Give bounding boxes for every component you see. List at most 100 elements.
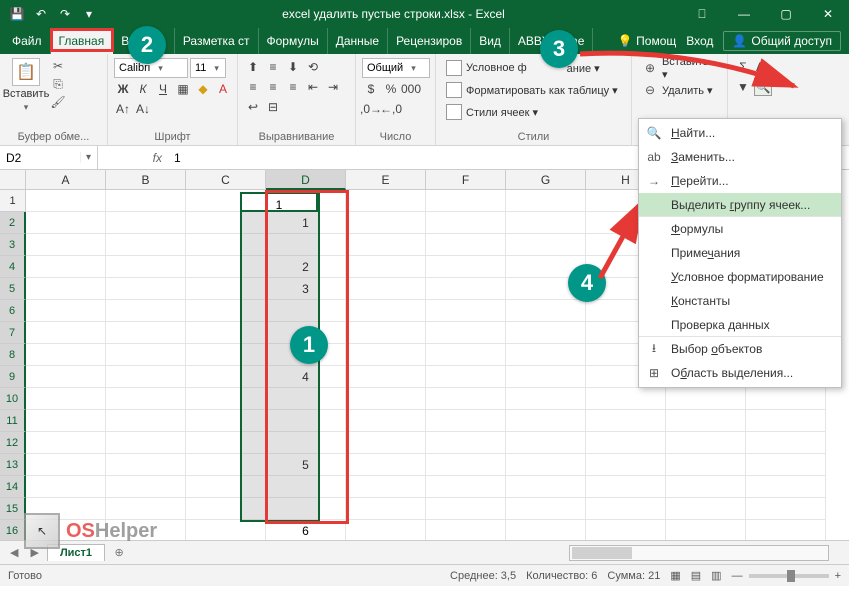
fill-color-icon[interactable]: ◆ <box>194 80 212 98</box>
align-right-icon[interactable]: ≡ <box>284 78 302 96</box>
sheet-nav-prev-icon[interactable]: ◀ <box>6 546 22 559</box>
cell-F14[interactable] <box>426 476 506 498</box>
cell-E9[interactable] <box>346 366 426 388</box>
cell-G12[interactable] <box>506 432 586 454</box>
col-header-A[interactable]: A <box>26 170 106 190</box>
cell-F7[interactable] <box>426 322 506 344</box>
maximize-icon[interactable]: ▢ <box>765 0 807 28</box>
cell-G16[interactable] <box>506 520 586 540</box>
cell-B2[interactable] <box>106 212 186 234</box>
cell-C10[interactable] <box>186 388 266 410</box>
cell-D13[interactable]: 5 <box>266 454 346 476</box>
cell-C1[interactable] <box>186 190 266 212</box>
cell-F2[interactable] <box>426 212 506 234</box>
cell-F4[interactable] <box>426 256 506 278</box>
row-header-15[interactable]: 15 <box>0 498 26 520</box>
tab-formulas[interactable]: Формулы <box>259 28 328 54</box>
cell-F1[interactable] <box>426 190 506 212</box>
menu-item-1[interactable]: abЗаменить... <box>639 145 841 169</box>
cell-C5[interactable] <box>186 278 266 300</box>
cell-B13[interactable] <box>106 454 186 476</box>
number-format-combo[interactable]: Общий▾ <box>362 58 430 78</box>
cell-I10[interactable] <box>666 388 746 410</box>
name-box-dropdown-icon[interactable]: ▾ <box>80 152 96 163</box>
row-header-16[interactable]: 16 <box>0 520 26 540</box>
cell-J14[interactable] <box>746 476 826 498</box>
cell-I15[interactable] <box>666 498 746 520</box>
cell-H14[interactable] <box>586 476 666 498</box>
col-header-E[interactable]: E <box>346 170 426 190</box>
percent-icon[interactable]: % <box>382 80 400 98</box>
view-layout-icon[interactable]: ▤ <box>691 569 701 582</box>
close-icon[interactable]: ✕ <box>807 0 849 28</box>
cell-C14[interactable] <box>186 476 266 498</box>
cell-B4[interactable] <box>106 256 186 278</box>
cell-E15[interactable] <box>346 498 426 520</box>
cell-G2[interactable] <box>506 212 586 234</box>
align-left-icon[interactable]: ≡ <box>244 78 262 96</box>
cell-styles-button[interactable]: Стили ячеек ▾ <box>442 102 542 122</box>
dec-decimal-icon[interactable]: ←,0 <box>382 100 400 118</box>
cell-F8[interactable] <box>426 344 506 366</box>
font-size-combo[interactable]: 11▾ <box>190 58 226 78</box>
cell-H11[interactable] <box>586 410 666 432</box>
row-header-10[interactable]: 10 <box>0 388 26 410</box>
row-header-6[interactable]: 6 <box>0 300 26 322</box>
autosum-icon[interactable]: Σ <box>734 58 752 76</box>
cell-A11[interactable] <box>26 410 106 432</box>
cell-F15[interactable] <box>426 498 506 520</box>
cell-E6[interactable] <box>346 300 426 322</box>
cell-D14[interactable] <box>266 476 346 498</box>
cell-D3[interactable] <box>266 234 346 256</box>
cell-B7[interactable] <box>106 322 186 344</box>
undo-icon[interactable]: ↶ <box>30 3 52 25</box>
cell-C12[interactable] <box>186 432 266 454</box>
cell-B6[interactable] <box>106 300 186 322</box>
cell-D16[interactable]: 6 <box>266 520 346 540</box>
col-header-F[interactable]: F <box>426 170 506 190</box>
share-button[interactable]: 👤 Общий доступ <box>723 31 841 51</box>
cell-I13[interactable] <box>666 454 746 476</box>
cell-G10[interactable] <box>506 388 586 410</box>
cell-C3[interactable] <box>186 234 266 256</box>
cell-A1[interactable] <box>26 190 106 212</box>
align-top-icon[interactable]: ⬆ <box>244 58 262 76</box>
cell-C13[interactable] <box>186 454 266 476</box>
row-header-4[interactable]: 4 <box>0 256 26 278</box>
cell-G13[interactable] <box>506 454 586 476</box>
cell-A8[interactable] <box>26 344 106 366</box>
cell-F10[interactable] <box>426 388 506 410</box>
align-bottom-icon[interactable]: ⬇ <box>284 58 302 76</box>
fill-icon[interactable]: ▼ <box>734 78 752 96</box>
align-middle-icon[interactable]: ≡ <box>264 58 282 76</box>
cell-H10[interactable] <box>586 388 666 410</box>
insert-cells-button[interactable]: ⊕Вставить ▾ <box>638 58 721 78</box>
cell-G15[interactable] <box>506 498 586 520</box>
cell-F9[interactable] <box>426 366 506 388</box>
cell-E16[interactable] <box>346 520 426 540</box>
cell-E3[interactable] <box>346 234 426 256</box>
cell-D4[interactable]: 2 <box>266 256 346 278</box>
menu-item-10[interactable]: ⊞Область выделения... <box>639 361 841 385</box>
cell-B1[interactable] <box>106 190 186 212</box>
find-select-button[interactable]: 🔍 <box>754 78 772 96</box>
horizontal-scrollbar[interactable] <box>569 545 829 561</box>
cell-H13[interactable] <box>586 454 666 476</box>
bold-icon[interactable]: Ж <box>114 80 132 98</box>
cell-B14[interactable] <box>106 476 186 498</box>
cell-D11[interactable] <box>266 410 346 432</box>
conditional-format-button[interactable]: Условное фание ▾ <box>442 58 604 78</box>
menu-item-0[interactable]: 🔍Найти... <box>639 121 841 145</box>
menu-item-2[interactable]: →Перейти... <box>639 169 841 193</box>
cell-F3[interactable] <box>426 234 506 256</box>
merge-icon[interactable]: ⊟ <box>264 98 282 116</box>
orientation-icon[interactable]: ⟲ <box>304 58 322 76</box>
font-color-icon[interactable]: A <box>214 80 232 98</box>
tab-view[interactable]: Вид <box>471 28 510 54</box>
cell-G14[interactable] <box>506 476 586 498</box>
copy-icon[interactable]: ⎘ <box>50 76 66 92</box>
cell-I12[interactable] <box>666 432 746 454</box>
cell-I14[interactable] <box>666 476 746 498</box>
cell-D15[interactable] <box>266 498 346 520</box>
cell-B10[interactable] <box>106 388 186 410</box>
